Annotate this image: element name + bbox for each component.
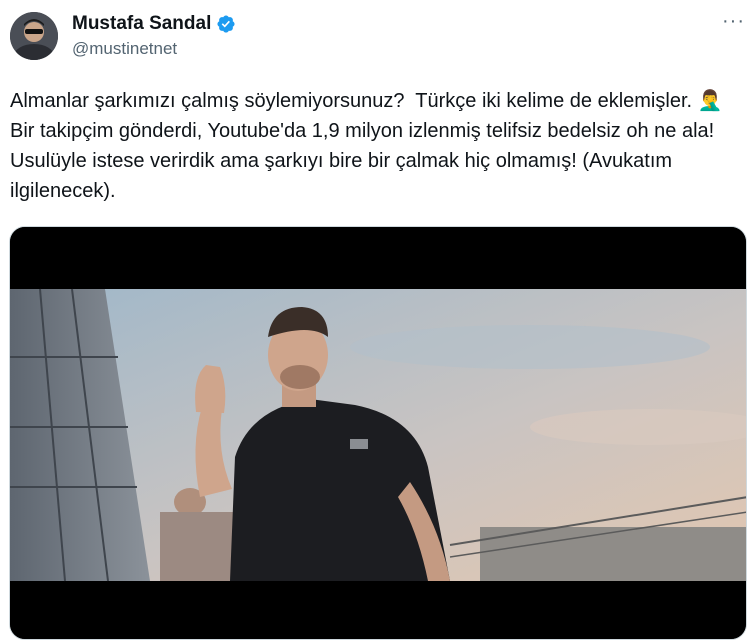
author-name[interactable]: Mustafa Sandal: [72, 13, 211, 35]
video-frame-image: [10, 227, 746, 639]
author-handle[interactable]: @mustinetnet: [72, 39, 177, 59]
video-thumbnail[interactable]: [9, 226, 747, 640]
verified-badge-icon: [217, 15, 235, 33]
avatar[interactable]: [10, 12, 58, 60]
avatar-image: [10, 12, 58, 60]
more-options-icon[interactable]: ···: [722, 10, 745, 33]
tweet-text: Almanlar şarkımızı çalmış söylemiyorsunu…: [10, 90, 729, 202]
tweet-header: Mustafa Sandal @mustinetnet ···: [0, 0, 750, 78]
